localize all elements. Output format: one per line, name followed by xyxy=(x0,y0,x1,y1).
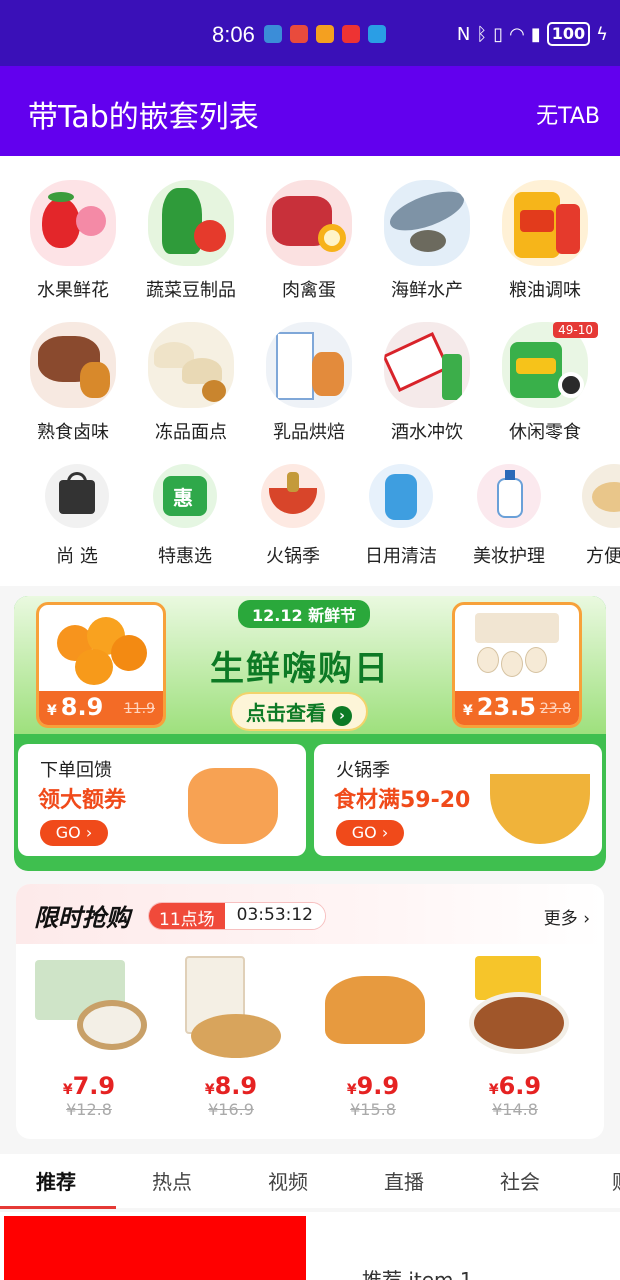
detergent-icon xyxy=(369,464,433,528)
bread-image xyxy=(313,954,433,1064)
list-item-thumbnail xyxy=(4,1216,306,1280)
wifi-icon: ◠ xyxy=(509,23,525,45)
flash-sale-section: 限时抢购 11点场 03:53:12 更多 › ¥7.9 ¥12.8 ¥8.9 … xyxy=(16,884,604,1139)
countdown: 03:53:12 xyxy=(224,903,325,929)
oil-bottle-icon xyxy=(502,180,588,266)
fish-crab-icon xyxy=(384,180,470,266)
vegetable-icon xyxy=(148,180,234,266)
vibrate-icon: ▯ xyxy=(493,23,504,45)
noodles-image xyxy=(171,954,291,1064)
notification-icon-1 xyxy=(264,25,282,43)
promo-left-price: 8.9 xyxy=(60,693,104,721)
view-details-button[interactable]: 点击查看 › xyxy=(230,692,368,731)
tab-bar: 推荐 热点 视频 直播 社会 财 xyxy=(0,1154,620,1209)
drinks-icon xyxy=(384,322,470,408)
nfc-icon: N xyxy=(456,23,471,45)
session-label: 11点场 xyxy=(149,903,225,929)
shopping-bag-icon xyxy=(45,464,109,528)
flash-item[interactable]: ¥9.9 ¥15.8 xyxy=(308,954,438,1119)
flash-item[interactable]: ¥6.9 ¥14.8 xyxy=(450,954,580,1119)
promo-left-original: 11.9 xyxy=(123,701,155,717)
braised-meat-icon xyxy=(30,322,116,408)
coupon-card-right[interactable]: 火锅季 食材满59-20 GO › xyxy=(314,744,602,856)
category-snacks[interactable]: 49-10 休闲零食 xyxy=(490,322,600,444)
page-title: 带Tab的嵌套列表 xyxy=(28,100,259,135)
flash-item[interactable]: ¥8.9 ¥16.9 xyxy=(166,954,296,1119)
feed-list[interactable]: 推荐 item 1 xyxy=(0,1212,620,1280)
meat-egg-icon xyxy=(266,180,352,266)
dumpling-icon xyxy=(148,322,234,408)
category-hotpot[interactable]: 火锅季 xyxy=(238,464,348,568)
category-selected[interactable]: 尚 选 xyxy=(22,464,132,568)
promo-banner[interactable]: 12.12 新鲜节 生鲜嗨购日 点击查看 › ¥8.9 11.9 ¥ 23.5 … xyxy=(14,596,606,871)
eggs-image xyxy=(455,605,579,691)
hotpot-bowl-image xyxy=(490,774,590,844)
tab-live[interactable]: 直播 xyxy=(384,1166,424,1195)
category-frozen[interactable]: 冻品面点 xyxy=(136,322,246,444)
list-item-title: 推荐 item 1 xyxy=(362,1268,473,1280)
category-meat-eggs[interactable]: 肉禽蛋 xyxy=(254,180,364,302)
notification-icon-2 xyxy=(290,25,308,43)
tab-recommend[interactable]: 推荐 xyxy=(36,1166,76,1195)
coupon-ribbon-image xyxy=(188,768,278,844)
festival-tag: 12.12 新鲜节 xyxy=(238,600,371,628)
battery-icon: 100 xyxy=(546,22,591,46)
app-bar: 带Tab的嵌套列表 无TAB xyxy=(0,66,620,156)
dumpling-pack-image xyxy=(29,954,149,1064)
sim-icon: ▮ xyxy=(530,23,541,45)
category-grid: 水果鲜花 蔬菜豆制品 肉禽蛋 海鲜水产 粮油调味 熟食卤味 冻品面点 乳品烘焙 … xyxy=(0,156,620,586)
category-instant[interactable]: 方便 xyxy=(562,464,620,568)
duck-snack-image xyxy=(455,954,575,1064)
notification-icon-4 xyxy=(342,25,360,43)
tangerine-image xyxy=(39,605,163,691)
promo-right-price: 23.5 xyxy=(476,693,536,721)
category-seafood[interactable]: 海鲜水产 xyxy=(372,180,482,302)
category-special-offers[interactable]: 惠 特惠选 xyxy=(130,464,240,568)
category-beauty[interactable]: 美妆护理 xyxy=(454,464,564,568)
flash-item[interactable]: ¥7.9 ¥12.8 xyxy=(24,954,154,1119)
notification-icon-3 xyxy=(316,25,334,43)
tab-video[interactable]: 视频 xyxy=(268,1166,308,1195)
category-fruit-flowers[interactable]: 水果鲜花 xyxy=(18,180,128,302)
session-timer: 11点场 03:53:12 xyxy=(148,902,326,930)
promo-right-original: 23.8 xyxy=(539,701,571,717)
category-deli[interactable]: 熟食卤味 xyxy=(18,322,128,444)
discount-basket-icon: 惠 xyxy=(153,464,217,528)
status-bar: 8:06 N ᛒ ▯ ◠ ▮ 100 ϟ xyxy=(0,0,620,66)
go-button[interactable]: GO › xyxy=(336,820,404,846)
status-time: 8:06 xyxy=(212,22,255,47)
milk-bread-icon xyxy=(266,322,352,408)
chevron-right-icon: › xyxy=(332,706,352,726)
charging-icon: ϟ xyxy=(596,23,608,45)
more-link[interactable]: 更多 › xyxy=(544,904,590,929)
category-grain-oil[interactable]: 粮油调味 xyxy=(490,180,600,302)
hotpot-icon xyxy=(261,464,325,528)
strawberry-rose-icon xyxy=(30,180,116,266)
promo-badge: 49-10 xyxy=(553,322,598,338)
system-icons: N ᛒ ▯ ◠ ▮ 100 ϟ xyxy=(457,22,608,46)
bluetooth-icon: ᛒ xyxy=(476,23,488,45)
flash-sale-title: 限时抢购 xyxy=(34,904,130,932)
promo-product-left[interactable]: ¥8.9 11.9 xyxy=(36,602,166,728)
tab-indicator xyxy=(0,1206,116,1209)
go-button[interactable]: GO › xyxy=(40,820,108,846)
tab-overflow[interactable]: 财 xyxy=(612,1166,620,1195)
notification-icon-5 xyxy=(368,25,386,43)
category-dairy-bakery[interactable]: 乳品烘焙 xyxy=(254,322,364,444)
main-content[interactable]: 水果鲜花 蔬菜豆制品 肉禽蛋 海鲜水产 粮油调味 熟食卤味 冻品面点 乳品烘焙 … xyxy=(0,156,620,1280)
tab-society[interactable]: 社会 xyxy=(500,1166,540,1195)
soap-icon xyxy=(477,464,541,528)
no-tab-button[interactable]: 无TAB xyxy=(536,98,600,130)
promo-product-right[interactable]: ¥23.5 23.8 xyxy=(452,602,582,728)
category-vegetables[interactable]: 蔬菜豆制品 xyxy=(136,180,246,302)
coupon-card-left[interactable]: 下单回馈 领大额券 GO › xyxy=(18,744,306,856)
category-drinks[interactable]: 酒水冲饮 xyxy=(372,322,482,444)
category-household[interactable]: 日用清洁 xyxy=(346,464,456,568)
instant-food-icon xyxy=(582,464,620,528)
tab-hot[interactable]: 热点 xyxy=(152,1166,192,1195)
promo-title: 生鲜嗨购日 xyxy=(210,649,390,689)
